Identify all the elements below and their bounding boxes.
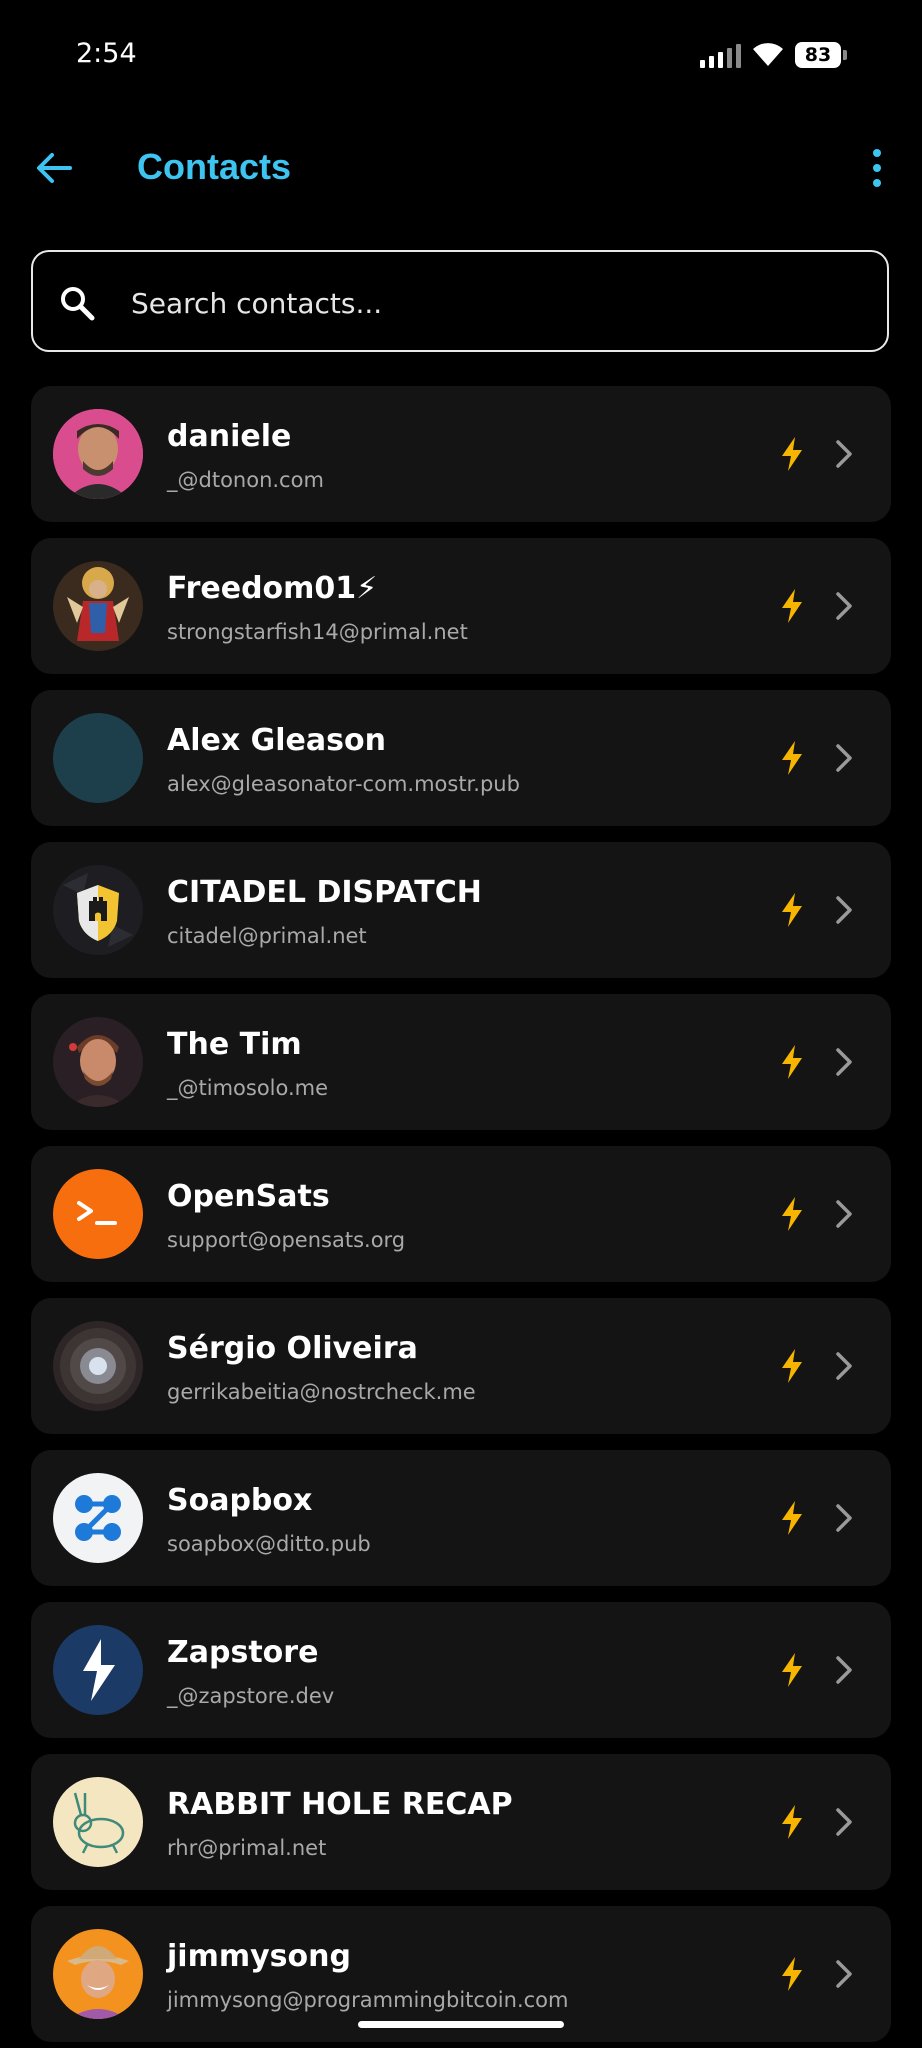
search-icon: [61, 287, 95, 321]
zap-icon[interactable]: [779, 892, 805, 928]
contact-address: gerrikabeitia@nostrcheck.me: [167, 1380, 476, 1404]
search-input[interactable]: [129, 272, 853, 334]
zap-icon[interactable]: [779, 1044, 805, 1080]
contact-name: Freedom01⚡: [167, 571, 378, 606]
avatar: [53, 1017, 143, 1107]
zap-icon[interactable]: [779, 436, 805, 472]
avatar: [53, 1169, 143, 1259]
status-bar: 2:54 83: [0, 0, 922, 112]
contact-address: jimmysong@programmingbitcoin.com: [167, 1988, 569, 2012]
avatar: [53, 713, 143, 803]
signal-icon: [700, 44, 741, 68]
chevron-right-icon: [836, 1200, 852, 1228]
contact-name: jimmysong: [167, 1939, 351, 1974]
contact-address: alex@gleasonator-com.mostr.pub: [167, 772, 520, 796]
avatar: [53, 1777, 143, 1867]
zap-icon[interactable]: [779, 1804, 805, 1840]
battery-icon: 83: [795, 42, 849, 68]
search-box[interactable]: [31, 250, 889, 352]
contact-card[interactable]: daniele _@dtonon.com: [31, 386, 891, 522]
battery-level: 83: [804, 44, 832, 66]
contact-name: RABBIT HOLE RECAP: [167, 1787, 513, 1822]
contact-address: soapbox@ditto.pub: [167, 1532, 371, 1556]
contact-name: OpenSats: [167, 1179, 330, 1214]
avatar: [53, 1473, 143, 1563]
avatar: [53, 1929, 143, 2019]
contact-address: _@dtonon.com: [167, 468, 324, 492]
contact-card[interactable]: Sérgio Oliveira gerrikabeitia@nostrcheck…: [31, 1298, 891, 1434]
contact-card[interactable]: Zapstore _@zapstore.dev: [31, 1602, 891, 1738]
home-indicator[interactable]: [358, 2021, 564, 2028]
chevron-right-icon: [836, 440, 852, 468]
contact-name: The Tim: [167, 1027, 302, 1062]
contact-address: strongstarfish14@primal.net: [167, 620, 468, 644]
zap-icon[interactable]: [779, 588, 805, 624]
contact-card[interactable]: Alex Gleason alex@gleasonator-com.mostr.…: [31, 690, 891, 826]
contact-name: Sérgio Oliveira: [167, 1331, 418, 1366]
more-vertical-icon[interactable]: [860, 144, 894, 192]
contact-list: daniele _@dtonon.com Freedom01⚡ strongst…: [31, 386, 891, 2048]
contact-card[interactable]: CITADEL DISPATCH citadel@primal.net: [31, 842, 891, 978]
contact-address: rhr@primal.net: [167, 1836, 327, 1860]
contact-card[interactable]: RABBIT HOLE RECAP rhr@primal.net: [31, 1754, 891, 1890]
chevron-right-icon: [836, 744, 852, 772]
page-title: Contacts: [137, 146, 292, 187]
contact-address: citadel@primal.net: [167, 924, 367, 948]
contact-card[interactable]: OpenSats support@opensats.org: [31, 1146, 891, 1282]
avatar: [53, 1625, 143, 1715]
avatar: [53, 1321, 143, 1411]
contact-card[interactable]: Soapbox soapbox@ditto.pub: [31, 1450, 891, 1586]
status-time: 2:54: [76, 38, 137, 69]
arrow-left-icon[interactable]: [30, 144, 78, 192]
contact-card[interactable]: Freedom01⚡ strongstarfish14@primal.net: [31, 538, 891, 674]
zap-icon[interactable]: [779, 740, 805, 776]
zap-icon[interactable]: [779, 1196, 805, 1232]
contact-card[interactable]: The Tim _@timosolo.me: [31, 994, 891, 1130]
chevron-right-icon: [836, 1656, 852, 1684]
avatar: [53, 865, 143, 955]
avatar: [53, 409, 143, 499]
chevron-right-icon: [836, 1960, 852, 1988]
avatar: [53, 561, 143, 651]
contact-address: _@zapstore.dev: [167, 1684, 335, 1708]
contact-name: CITADEL DISPATCH: [167, 875, 482, 910]
chevron-right-icon: [836, 592, 852, 620]
contact-name: Zapstore: [167, 1635, 319, 1670]
wifi-icon: [753, 43, 783, 66]
chevron-right-icon: [836, 1352, 852, 1380]
app-bar: Contacts: [0, 120, 922, 216]
chevron-right-icon: [836, 1808, 852, 1836]
zap-icon[interactable]: [779, 1348, 805, 1384]
contact-name: Alex Gleason: [167, 723, 386, 758]
contact-address: support@opensats.org: [167, 1228, 406, 1252]
contact-name: Soapbox: [167, 1483, 313, 1518]
contacts-screen: 2:54 83 Contacts Search contacts... dani…: [0, 0, 922, 2048]
contact-name: daniele: [167, 419, 292, 454]
zap-icon[interactable]: [779, 1500, 805, 1536]
zap-icon[interactable]: [779, 1956, 805, 1992]
chevron-right-icon: [836, 1504, 852, 1532]
chevron-right-icon: [836, 896, 852, 924]
zap-icon[interactable]: [779, 1652, 805, 1688]
contact-address: _@timosolo.me: [167, 1076, 329, 1100]
chevron-right-icon: [836, 1048, 852, 1076]
